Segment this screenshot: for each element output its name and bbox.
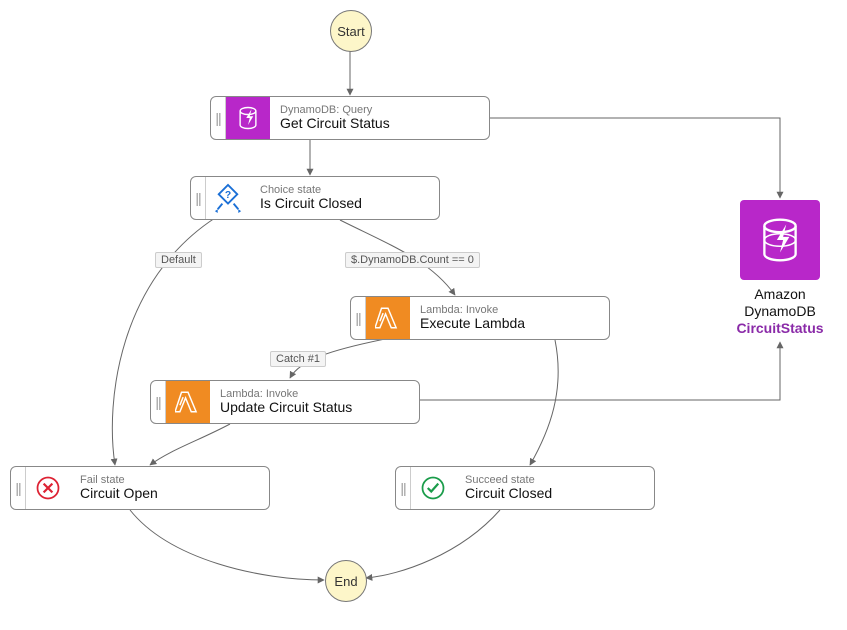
state-title: Execute Lambda (420, 316, 525, 331)
start-label: Start (337, 24, 364, 39)
drag-handle[interactable] (191, 177, 206, 219)
state-circuit-closed[interactable]: Succeed state Circuit Closed (395, 466, 655, 510)
external-service-line1: Amazon (730, 286, 830, 303)
state-execute-lambda[interactable]: Lambda: Invoke Execute Lambda (350, 296, 610, 340)
end-terminal[interactable]: End (325, 560, 367, 602)
drag-handle[interactable] (151, 381, 166, 423)
state-title: Circuit Closed (465, 486, 552, 501)
state-is-circuit-closed[interactable]: ? Choice state Is Circuit Closed (190, 176, 440, 220)
state-get-circuit-status[interactable]: DynamoDB: Query Get Circuit Status (210, 96, 490, 140)
drag-handle[interactable] (11, 467, 26, 509)
end-label: End (334, 574, 357, 589)
edge-label-default: Default (155, 252, 202, 268)
dynamodb-service-icon (740, 200, 820, 280)
state-title: Get Circuit Status (280, 116, 390, 131)
dynamodb-icon (226, 97, 270, 139)
drag-handle[interactable] (211, 97, 226, 139)
state-circuit-open[interactable]: Fail state Circuit Open (10, 466, 270, 510)
drag-handle[interactable] (351, 297, 366, 339)
state-title: Is Circuit Closed (260, 196, 362, 211)
fail-icon (26, 467, 70, 509)
external-dynamodb-table[interactable]: Amazon DynamoDB CircuitStatus (730, 200, 830, 336)
lambda-icon (366, 297, 410, 339)
external-service-line2: DynamoDB (730, 303, 830, 320)
choice-icon: ? (206, 177, 250, 219)
start-terminal[interactable]: Start (330, 10, 372, 52)
state-title: Update Circuit Status (220, 400, 352, 415)
drag-handle[interactable] (396, 467, 411, 509)
edge-label-count-zero: $.DynamoDB.Count == 0 (345, 252, 480, 268)
external-table-name: CircuitStatus (730, 320, 830, 337)
lambda-icon (166, 381, 210, 423)
succeed-icon (411, 467, 455, 509)
svg-text:?: ? (225, 190, 231, 201)
state-title: Circuit Open (80, 486, 158, 501)
edge-label-catch1: Catch #1 (270, 351, 326, 367)
state-update-circuit-status[interactable]: Lambda: Invoke Update Circuit Status (150, 380, 420, 424)
